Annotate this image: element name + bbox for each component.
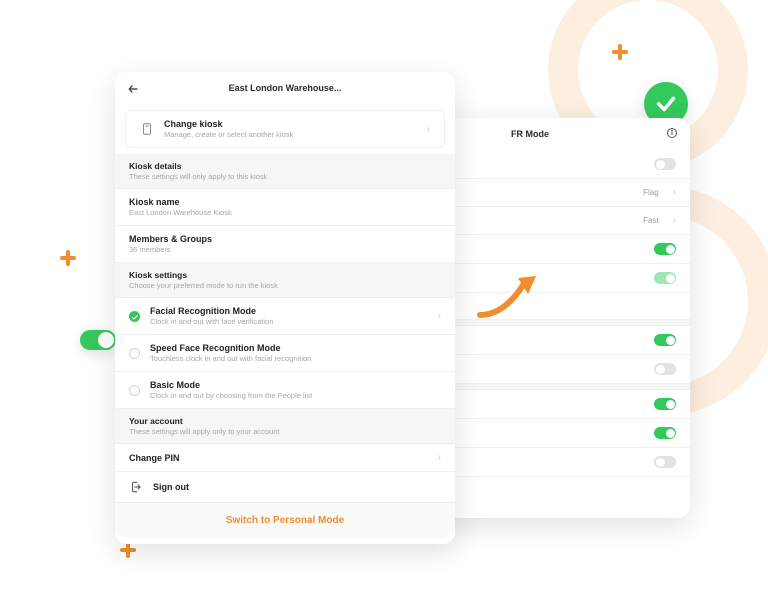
section-subtitle: These settings will only apply to this k… <box>129 172 441 181</box>
page-title: East London Warehouse... <box>229 83 342 93</box>
row-title: Change kiosk <box>164 119 417 129</box>
section-your-account: Your account These settings will apply o… <box>115 409 455 444</box>
toggle[interactable] <box>654 158 676 170</box>
members-row[interactable]: Members & Groups 36 members <box>115 226 455 263</box>
toggle[interactable] <box>654 272 676 284</box>
mode-option[interactable]: Basic ModeClock in and out by choosing f… <box>115 372 455 409</box>
row-value: 36 members <box>129 245 441 254</box>
kiosk-icon <box>140 122 154 136</box>
row-title: Sign out <box>153 482 441 492</box>
switch-personal-mode-button[interactable]: Switch to Personal Mode <box>115 503 455 538</box>
chevron-right-icon: › <box>427 124 430 135</box>
row-title: Change PIN <box>129 453 428 463</box>
radio-icon <box>129 348 140 359</box>
row-value: Fast <box>643 216 659 225</box>
sign-out-row[interactable]: Sign out <box>115 472 455 503</box>
mode-subtitle: Touchless clock in and out with facial r… <box>150 354 441 363</box>
toggle[interactable] <box>654 427 676 439</box>
mode-option[interactable]: Facial Recognition ModeClock in and out … <box>115 298 455 335</box>
change-pin-row[interactable]: Change PIN › <box>115 444 455 472</box>
radio-icon <box>129 385 140 396</box>
kiosk-settings-panel: East London Warehouse... Change kiosk Ma… <box>115 72 455 544</box>
sign-out-icon <box>129 480 143 494</box>
row-title: Kiosk name <box>129 197 441 207</box>
chevron-right-icon: › <box>673 215 676 226</box>
panel-header: East London Warehouse... <box>115 72 455 104</box>
change-kiosk-row[interactable]: Change kiosk Manage, create or select an… <box>125 110 445 148</box>
section-kiosk-settings: Kiosk settings Choose your preferred mod… <box>115 263 455 298</box>
toggle[interactable] <box>654 398 676 410</box>
sparkle-icon <box>120 542 136 558</box>
page-title: FR Mode <box>511 129 549 139</box>
sparkle-icon <box>612 44 628 60</box>
sparkle-icon <box>60 250 76 266</box>
section-subtitle: These settings will apply only to your a… <box>129 427 441 436</box>
row-value: East London Warehouse Kiosk <box>129 208 441 217</box>
info-icon[interactable] <box>666 127 678 139</box>
mode-title: Basic Mode <box>150 380 441 390</box>
row-subtitle: Manage, create or select another kiosk <box>164 130 417 139</box>
section-title: Kiosk details <box>129 161 441 171</box>
chevron-right-icon: › <box>673 187 676 198</box>
mode-subtitle: Clock in and out with face verification <box>150 317 428 326</box>
toggle[interactable] <box>654 243 676 255</box>
floating-toggle-decor <box>80 330 116 350</box>
chevron-right-icon: › <box>438 311 441 322</box>
section-kiosk-details: Kiosk details These settings will only a… <box>115 154 455 189</box>
section-title: Your account <box>129 416 441 426</box>
toggle[interactable] <box>654 363 676 375</box>
mode-title: Speed Face Recognition Mode <box>150 343 441 353</box>
kiosk-name-row[interactable]: Kiosk name East London Warehouse Kiosk <box>115 189 455 226</box>
toggle[interactable] <box>654 456 676 468</box>
row-title: Members & Groups <box>129 234 441 244</box>
back-button[interactable] <box>127 82 141 96</box>
toggle[interactable] <box>654 334 676 346</box>
mode-subtitle: Clock in and out by choosing from the Pe… <box>150 391 441 400</box>
mode-option[interactable]: Speed Face Recognition ModeTouchless clo… <box>115 335 455 372</box>
chevron-right-icon: › <box>438 452 441 463</box>
section-title: Kiosk settings <box>129 270 441 280</box>
section-subtitle: Choose your preferred mode to run the ki… <box>129 281 441 290</box>
radio-icon <box>129 311 140 322</box>
mode-title: Facial Recognition Mode <box>150 306 428 316</box>
row-value: Flag <box>643 188 659 197</box>
